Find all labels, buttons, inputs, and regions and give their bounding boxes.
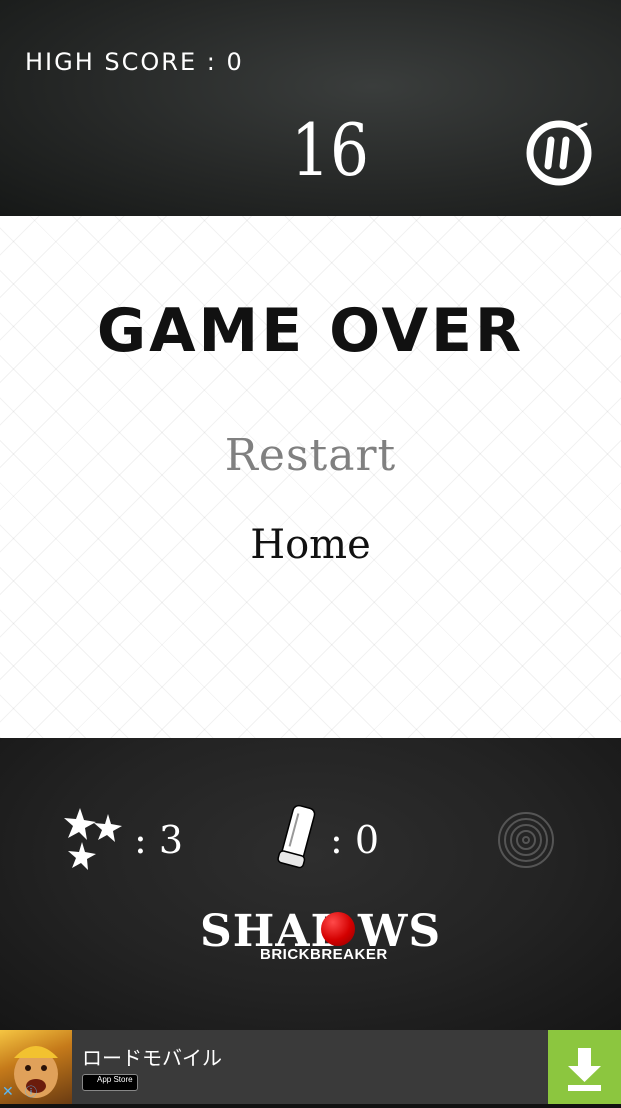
- home-button[interactable]: Home: [0, 522, 621, 568]
- ad-info-icon[interactable]: ⓘ: [22, 1083, 40, 1101]
- download-button[interactable]: [548, 1030, 621, 1104]
- shuriken-icon: [64, 808, 122, 870]
- app-store-label: App Store: [97, 1075, 133, 1084]
- bullet-icon: [277, 804, 316, 869]
- ad-banner[interactable]: ロードモバイル App Store: [0, 1030, 621, 1104]
- game-over-title: GAME OVER: [96, 296, 525, 366]
- game-over-panel: GAME OVER Restart Home: [0, 216, 621, 738]
- bottom-bar: : 3 : 0 SHAD WS BRICKBREAKER: [0, 738, 621, 1030]
- shadows-logo: SHAD WS BRICKBREAKER: [196, 906, 440, 970]
- pause-icon: [526, 120, 592, 186]
- pause-button[interactable]: [524, 118, 594, 188]
- high-score-label: HIGH SCORE : 0: [25, 48, 244, 76]
- target-icon: [498, 812, 554, 868]
- top-bar: HIGH SCORE : 0 16: [0, 0, 621, 216]
- bullet-count: : 0: [330, 818, 380, 862]
- app-store-badge[interactable]: App Store: [82, 1074, 138, 1091]
- red-ball-icon: [321, 912, 355, 946]
- ad-title[interactable]: ロードモバイル: [82, 1042, 222, 1071]
- logo-subtitle: BRICKBREAKER: [260, 946, 388, 963]
- restart-button[interactable]: Restart: [0, 430, 621, 481]
- shuriken-count: : 3: [134, 818, 184, 862]
- ad-close-icon[interactable]: ✕: [2, 1083, 20, 1101]
- current-score: 16: [291, 108, 369, 192]
- download-icon: [568, 1048, 601, 1091]
